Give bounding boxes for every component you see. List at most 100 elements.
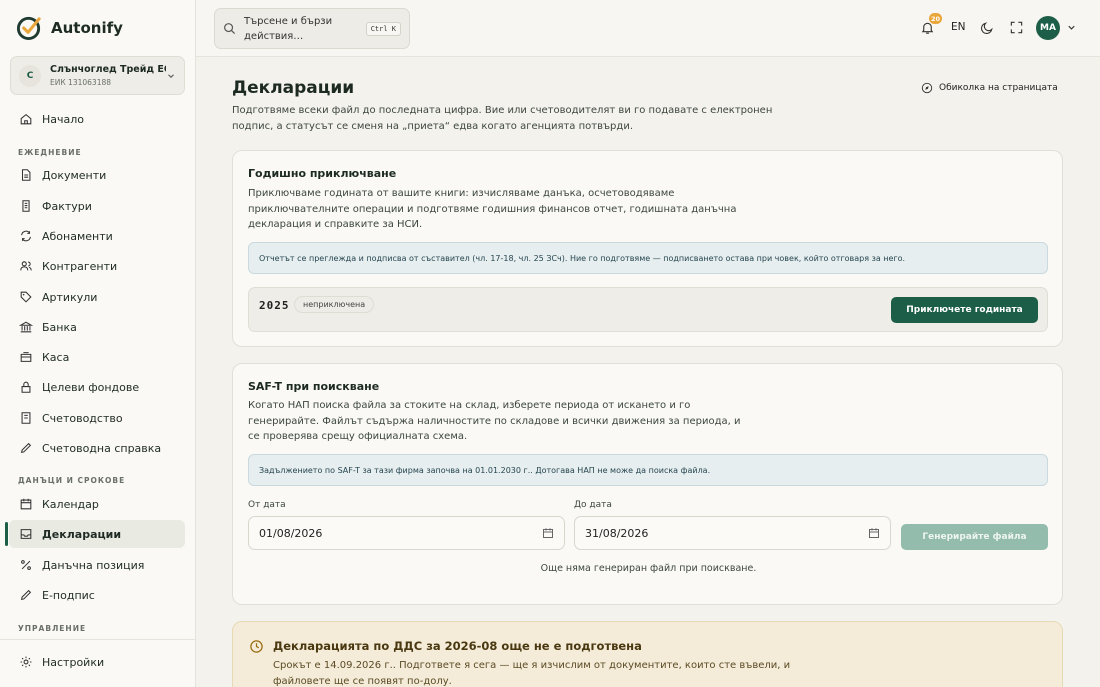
bank-icon	[19, 321, 33, 333]
percent-icon	[21, 560, 31, 570]
cash-register-icon	[20, 352, 32, 362]
lock-icon	[21, 381, 31, 393]
sidebar-item-label: Счетоводство	[42, 411, 123, 425]
company-name: Слънчоглед Трейд ЕООД	[50, 64, 166, 75]
autonify-logo-icon	[16, 16, 41, 41]
sidebar-item-label: Е-подпис	[42, 588, 95, 602]
sidebar-item-invoices[interactable]: Фактури	[9, 192, 185, 220]
sidebar-item-documents[interactable]: Документи	[9, 161, 185, 189]
chevron-down-icon[interactable]	[1066, 22, 1077, 33]
sidebar-item-label: Документи	[42, 168, 107, 182]
page-tour-link[interactable]: Обиколка на страницата	[921, 82, 1058, 94]
sidebar-item-contractors[interactable]: Контрагенти	[9, 252, 185, 280]
annual-info-box: Отчетът се преглежда и подписва от съста…	[248, 242, 1048, 274]
saft-card: SAF-T при поискване Когато НАП поиска фа…	[232, 363, 1063, 605]
sidebar-item-label: Контрагенти	[42, 259, 118, 273]
sidebar-item-label: Артикули	[42, 290, 98, 304]
app-logo[interactable]: Autonify	[16, 14, 123, 41]
search-shortcut: Ctrl K	[365, 21, 401, 36]
saft-description: Когато НАП поиска файла за стоките на ск…	[248, 400, 741, 442]
sidebar-item-label: Декларации	[42, 527, 122, 541]
sidebar-item-accounting[interactable]: Счетоводство	[9, 404, 185, 432]
sidebar-item-home[interactable]: Начало	[9, 105, 185, 133]
sidebar-item-funds[interactable]: Целеви фондове	[9, 373, 185, 401]
moon-icon[interactable]	[980, 20, 995, 35]
sidebar-item-articles[interactable]: Артикули	[9, 283, 185, 311]
active-indicator	[5, 522, 8, 546]
sidebar: Autonify С Слънчоглед Трейд ЕООД ЕИК 131…	[0, 0, 196, 687]
sidebar-item-subscriptions[interactable]: Абонаменти	[9, 222, 185, 250]
year-row: 2025 неприключена Приключете годината	[248, 287, 1048, 332]
user-avatar[interactable]: МА	[1036, 16, 1060, 40]
vat-warning-title: Декларацията по ДДС за 2026-08 още не е …	[273, 639, 642, 653]
sidebar-item-bank[interactable]: Банка	[9, 313, 185, 341]
company-switcher[interactable]: С Слънчоглед Трейд ЕООД ЕИК 131063188	[10, 56, 185, 95]
vat-warning-text: Срокът е 14.09.2026 г.. Подгответе я сег…	[273, 660, 791, 687]
sidebar-item-label: Целеви фондове	[42, 380, 140, 394]
annual-closing-card: Годишно приключване Приключваме годината…	[232, 150, 1063, 347]
compass-icon	[921, 82, 933, 94]
ledger-icon	[21, 412, 31, 424]
company-eik: ЕИК 131063188	[50, 78, 112, 87]
sidebar-item-label: Фактури	[42, 199, 92, 213]
sidebar-item-cash[interactable]: Каса	[9, 343, 185, 371]
section-title-daily: ЕЖЕДНЕВИЕ	[18, 148, 82, 157]
fullscreen-icon[interactable]	[1009, 20, 1024, 35]
from-date-label: От дата	[248, 500, 286, 510]
saft-title: SAF-T при поискване	[248, 380, 380, 393]
year-status-badge: неприключена	[294, 296, 375, 313]
sidebar-item-label: Каса	[42, 350, 70, 364]
notification-badge: 20	[929, 13, 942, 24]
sidebar-item-label: Счетоводна справка	[42, 441, 162, 455]
sidebar-item-label: Абонаменти	[42, 229, 113, 243]
saft-empty-state: Още няма генериран файл при поискване.	[540, 563, 757, 574]
document-icon	[21, 169, 31, 181]
annual-description: Приключваме годината от вашите книги: из…	[248, 188, 737, 230]
sidebar-item-report[interactable]: Счетоводна справка	[9, 434, 185, 462]
search-placeholder: Търсене и бързи действия…	[244, 15, 333, 42]
company-avatar: С	[19, 64, 41, 87]
sidebar-item-calendar[interactable]: Календар	[9, 490, 185, 518]
receipt-icon	[22, 200, 30, 212]
sidebar-item-esign[interactable]: Е-подпис	[9, 581, 185, 609]
from-date-input[interactable]: 01/08/2026	[248, 516, 565, 550]
page-title: Декларации	[232, 78, 355, 98]
calendar-icon[interactable]	[542, 527, 554, 539]
sidebar-item-label: Календар	[42, 497, 99, 511]
year-label: 2025	[259, 299, 290, 312]
sidebar-item-label: Начало	[42, 112, 85, 126]
inbox-icon	[20, 529, 32, 539]
tag-icon	[20, 291, 32, 303]
search-bar[interactable]: Търсене и бързи действия… Ctrl K	[214, 8, 410, 49]
home-icon	[20, 113, 32, 125]
calendar-icon	[20, 498, 32, 510]
topbar: Търсене и бързи действия… Ctrl K 20 EN М…	[196, 0, 1100, 57]
sidebar-item-label: Банка	[42, 320, 77, 334]
language-switcher[interactable]: EN	[951, 21, 966, 33]
sidebar-item-settings[interactable]: Настройки	[9, 648, 185, 676]
clock-icon	[250, 640, 263, 653]
main-content: Декларации Обиколка на страницата Подгот…	[196, 57, 1100, 687]
calendar-icon[interactable]	[868, 527, 880, 539]
section-title-taxes: ДАНЪЦИ И СРОКОВЕ	[18, 476, 126, 485]
gear-icon	[20, 656, 32, 668]
sidebar-divider	[0, 639, 195, 640]
users-icon	[20, 261, 32, 271]
chevron-down-icon	[168, 73, 174, 78]
to-date-label: До дата	[574, 500, 612, 510]
annual-title: Годишно приключване	[248, 167, 397, 180]
app-name: Autonify	[51, 18, 123, 37]
page-description: Подготвяме всеки файл до последната цифр…	[232, 105, 773, 132]
saft-info-box: Задължението по SAF-T за тази фирма запо…	[248, 454, 1048, 486]
repeat-icon	[21, 230, 31, 242]
to-date-input[interactable]: 31/08/2026	[574, 516, 891, 550]
sidebar-item-label: Данъчна позиция	[42, 558, 145, 572]
sidebar-item-declarations[interactable]: Декларации	[9, 520, 185, 548]
from-date-value: 01/08/2026	[259, 526, 323, 540]
to-date-value: 31/08/2026	[585, 526, 649, 540]
pencil-icon	[20, 442, 32, 454]
generate-file-button[interactable]: Генерирайте файла	[901, 524, 1048, 550]
sidebar-item-tax-position[interactable]: Данъчна позиция	[9, 551, 185, 579]
close-year-button[interactable]: Приключете годината	[891, 297, 1038, 323]
pen-icon	[20, 589, 32, 601]
